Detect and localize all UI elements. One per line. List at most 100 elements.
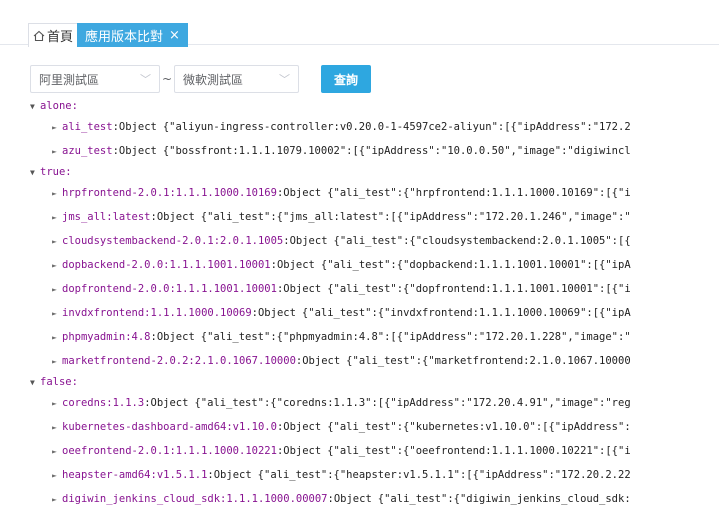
tree-item[interactable]: ► azu_test:Object {"bossfront:1.1.1.1079.1… xyxy=(30,139,719,163)
source-env-select[interactable]: 阿里測試區 ﹀ xyxy=(30,65,160,93)
tree-item-type: Object xyxy=(257,307,296,319)
tree-item-key: ali_test xyxy=(62,121,113,133)
tree-item-key: hrpfrontend-2.0.1:1.1.1.1000.10169 xyxy=(62,187,277,199)
tree-item[interactable]: ► cloudsystembackend-2.0.1:2.0.1.1005:Obj… xyxy=(30,229,719,253)
tree-group[interactable]: ▼ false: xyxy=(30,373,719,391)
tree-item[interactable]: ► invdxfrontend:1.1.1.1000.10069:Object {"… xyxy=(30,301,719,325)
tree-item-value: {"ali_test":{"digiwin_jenkins_cloud_sdk: xyxy=(377,493,631,505)
tree-item-key: jms_all:latest xyxy=(62,211,151,223)
expand-triangle-icon[interactable]: ▼ xyxy=(30,374,40,392)
collapse-triangle-icon[interactable]: ► xyxy=(52,230,62,254)
tree-item-value: {"ali_test":{"dopfrontend:1.1.1.1001.100… xyxy=(327,283,631,295)
collapse-triangle-icon[interactable]: ► xyxy=(52,302,62,326)
tree-item-type: Object xyxy=(283,445,322,457)
tab-version-compare[interactable]: 應用版本比對 × xyxy=(77,23,188,47)
tree-item-key: cloudsystembackend-2.0.1:2.0.1.1005 xyxy=(62,235,284,247)
tree-item-type: Object xyxy=(213,469,252,481)
tree-item-value: {"bossfront:1.1.1.1079.10002":[{"ipAddre… xyxy=(162,145,631,157)
chevron-down-icon: ﹀ xyxy=(140,73,151,86)
tree-item-key: marketfrontend-2.0.2:2.1.0.1067.10000 xyxy=(62,355,296,367)
tree-item-value: {"aliyun-ingress-controller:v0.20.0-1-45… xyxy=(162,121,631,133)
tree-item-type: Object xyxy=(283,187,322,199)
tree-item[interactable]: ► kubernetes-dashboard-amd64:v1.10.0:Obje… xyxy=(30,415,719,439)
tree-item-value: {"ali_test":{"jms_all:latest":[{"ipAddre… xyxy=(200,211,631,223)
tree-item[interactable]: ► marketfrontend-2.0.2:2.1.0.1067.10000:O… xyxy=(30,349,719,373)
tree-item-value: {"ali_test":{"dopbackend:1.1.1.1001.1000… xyxy=(320,259,631,271)
collapse-triangle-icon[interactable]: ► xyxy=(52,350,62,374)
tab-home-label: 首頁 xyxy=(47,30,74,45)
collapse-triangle-icon[interactable]: ► xyxy=(52,278,62,302)
tree-item-key: invdxfrontend:1.1.1.1000.10069 xyxy=(62,307,252,319)
tree-item-value: {"ali_test":{"hrpfrontend:1.1.1.1000.101… xyxy=(327,187,631,199)
collapse-triangle-icon[interactable]: ► xyxy=(52,254,62,278)
tree-group-label: alone: xyxy=(40,100,78,112)
tab-bar: 首頁 應用版本比對 × xyxy=(0,0,719,47)
range-separator: ~ xyxy=(161,72,173,86)
tree-item-type: Object xyxy=(156,211,195,223)
tree-item[interactable]: ► hrpfrontend-2.0.1:1.1.1.1000.10169:Obje… xyxy=(30,181,719,205)
tree-item-key: oeefrontend-2.0.1:1.1.1.1000.10221 xyxy=(62,445,277,457)
collapse-triangle-icon[interactable]: ► xyxy=(52,116,62,140)
tree-group-label: true: xyxy=(40,166,72,178)
tree-group-label: false: xyxy=(40,376,78,388)
tree-item-value: {"ali_test":{"invdxfrontend:1.1.1.1000.1… xyxy=(301,307,631,319)
collapse-triangle-icon[interactable]: ► xyxy=(52,206,62,230)
tree-item-type: Object xyxy=(276,259,315,271)
tree-item-type: Object xyxy=(118,121,157,133)
tree-item-type: Object xyxy=(302,355,341,367)
collapse-triangle-icon[interactable]: ► xyxy=(52,326,62,350)
tree-item[interactable]: ► ali_test:Object {"aliyun-ingress-control… xyxy=(30,115,719,139)
tree-item[interactable]: ► dopfrontend-2.0.0:1.1.1.1001.10001:Obje… xyxy=(30,277,719,301)
tree-group[interactable]: ▼ true: xyxy=(30,163,719,181)
tree-item-type: Object xyxy=(283,283,322,295)
tree-item[interactable]: ► heapster-amd64:v1.5.1.1:Object {"ali_tes… xyxy=(30,463,719,487)
tree-item-key: digiwin_jenkins_cloud_sdk:1.1.1.1000.000… xyxy=(62,493,328,505)
expand-triangle-icon[interactable]: ▼ xyxy=(30,98,40,116)
tree-item[interactable]: ► oeefrontend-2.0.1:1.1.1.1000.10221:Obje… xyxy=(30,439,719,463)
tab-version-compare-label: 應用版本比對 xyxy=(85,29,164,45)
collapse-triangle-icon[interactable]: ► xyxy=(52,488,62,512)
expand-triangle-icon[interactable]: ▼ xyxy=(30,164,40,182)
filter-bar: 阿里測試區 ﹀ ~ 微軟測試區 ﹀ 查詢 xyxy=(30,65,371,93)
tree-group[interactable]: ▼ alone: xyxy=(30,97,719,115)
tree-item-type: Object xyxy=(150,397,189,409)
collapse-triangle-icon[interactable]: ► xyxy=(52,182,62,206)
tree-item-key: dopbackend-2.0.0:1.1.1.1001.10001 xyxy=(62,259,271,271)
tree-item[interactable]: ► phpmyadmin:4.8:Object {"ali_test":{"phpm… xyxy=(30,325,719,349)
collapse-triangle-icon[interactable]: ► xyxy=(52,140,62,164)
tree-item-value: {"ali_test":{"phpmyadmin:4.8":[{"ipAddre… xyxy=(200,331,631,343)
object-tree: ▼ alone: ► ali_test:Object {"aliyun-ingress-… xyxy=(30,97,719,511)
tree-item[interactable]: ► dopbackend-2.0.0:1.1.1.1001.10001:Objec… xyxy=(30,253,719,277)
tree-item-value: {"ali_test":{"heapster:v1.5.1.1":[{"ipAd… xyxy=(257,469,631,481)
tree-item[interactable]: ► jms_all:latest:Object {"ali_test":{"jms_… xyxy=(30,205,719,229)
tree-item[interactable]: ► digiwin_jenkins_cloud_sdk:1.1.1.1000.00… xyxy=(30,487,719,511)
tree-item-value: {"ali_test":{"coredns:1.1.3":[{"ipAddres… xyxy=(194,397,631,409)
tab-home[interactable]: 首頁 xyxy=(28,23,79,47)
tree-item-type: Object xyxy=(283,421,322,433)
query-button[interactable]: 查詢 xyxy=(321,65,371,93)
target-env-value: 微軟測試區 xyxy=(183,72,244,87)
chevron-down-icon: ﹀ xyxy=(279,73,290,86)
collapse-triangle-icon[interactable]: ► xyxy=(52,464,62,488)
tree-item-type: Object xyxy=(118,145,157,157)
tree-item-key: azu_test xyxy=(62,145,113,157)
tree-item-value: {"ali_test":{"oeefrontend:1.1.1.1000.102… xyxy=(327,445,631,457)
source-env-value: 阿里測試區 xyxy=(39,72,100,87)
target-env-select[interactable]: 微軟測試區 ﹀ xyxy=(174,65,299,93)
collapse-triangle-icon[interactable]: ► xyxy=(52,440,62,464)
collapse-triangle-icon[interactable]: ► xyxy=(52,392,62,416)
tree-item-key: phpmyadmin:4.8 xyxy=(62,331,151,343)
collapse-triangle-icon[interactable]: ► xyxy=(52,416,62,440)
tree-item-type: Object xyxy=(333,493,372,505)
tree-item-value: {"ali_test":{"marketfrontend:2.1.0.1067.… xyxy=(346,355,631,367)
tree-item[interactable]: ► coredns:1.1.3:Object {"ali_test":{"cored… xyxy=(30,391,719,415)
tree-item-key: coredns:1.1.3 xyxy=(62,397,145,409)
tree-item-key: heapster-amd64:v1.5.1.1 xyxy=(62,469,208,481)
tree-item-key: dopfrontend-2.0.0:1.1.1.1001.10001 xyxy=(62,283,277,295)
close-icon[interactable]: × xyxy=(169,29,180,42)
tree-item-key: kubernetes-dashboard-amd64:v1.10.0 xyxy=(62,421,277,433)
tree-item-type: Object xyxy=(289,235,328,247)
home-icon xyxy=(33,30,45,42)
tree-item-type: Object xyxy=(156,331,195,343)
tree-item-value: {"ali_test":{"cloudsystembackend:2.0.1.1… xyxy=(333,235,631,247)
